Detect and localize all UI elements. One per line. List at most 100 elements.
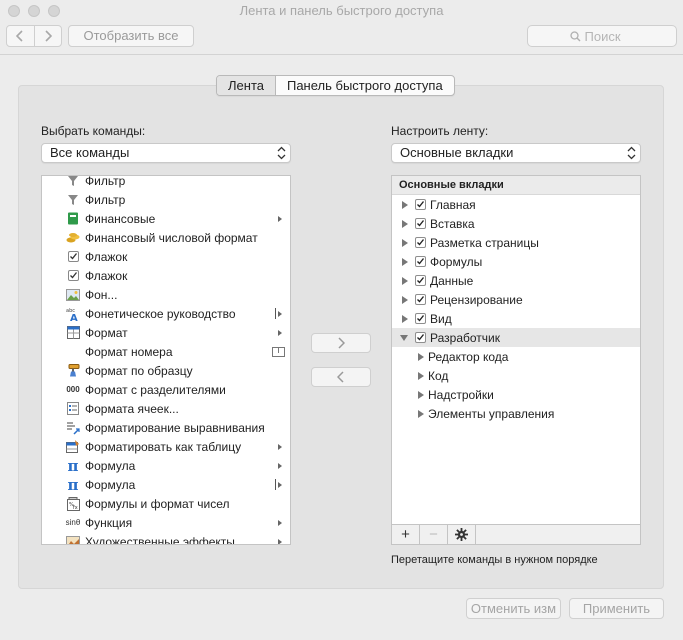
command-item[interactable]: 000 Формат с разделителями	[42, 380, 290, 399]
tree-action-bar: + −	[391, 524, 641, 545]
apply-button[interactable]: Применить	[569, 598, 664, 619]
disclosure-right-icon[interactable]	[418, 409, 424, 418]
command-label: Функция	[85, 515, 133, 530]
search-input[interactable]	[584, 28, 635, 44]
choose-commands-dropdown[interactable]: Все команды	[41, 143, 291, 163]
disclosure-right-icon[interactable]	[402, 238, 408, 247]
command-item[interactable]: Форматирование выравнивания	[42, 418, 290, 437]
coins-icon	[66, 231, 80, 245]
thousands-separator-icon: 000	[66, 385, 80, 394]
disclosure-right-icon[interactable]	[402, 257, 408, 266]
disclosure-right-icon[interactable]	[402, 295, 408, 304]
command-label: Формула	[85, 477, 136, 492]
command-item[interactable]: Фон...	[42, 285, 290, 304]
remove-command-button[interactable]	[311, 367, 371, 387]
tab-checkbox[interactable]	[415, 294, 426, 305]
disclosure-right-icon[interactable]	[418, 390, 424, 399]
command-item[interactable]: π Формула	[42, 475, 290, 494]
zoom-window-button[interactable]	[48, 5, 60, 17]
tab-checkbox[interactable]	[415, 275, 426, 286]
command-item[interactable]: Финансовый числовой формат	[42, 228, 290, 247]
filter-icon	[66, 193, 80, 207]
command-item[interactable]: Фильтр	[42, 176, 290, 190]
checkmark-icon	[417, 315, 425, 322]
close-window-button[interactable]	[8, 5, 20, 17]
commands-list[interactable]: Фильтр Фильтр Финансовые Финансовый числово…	[41, 175, 291, 545]
background-image-icon	[66, 288, 80, 302]
tab-label: Рецензирование	[430, 292, 523, 307]
disclosure-right-icon[interactable]	[402, 314, 408, 323]
ribbon-tab-row[interactable]: Рецензирование	[392, 290, 640, 309]
tab-checkbox[interactable]	[415, 313, 426, 324]
tab-checkbox[interactable]	[415, 256, 426, 267]
command-item[interactable]: Художественные эффекты	[42, 532, 290, 544]
command-item[interactable]: sinθ Функция	[42, 513, 290, 532]
revert-changes-button[interactable]: Отменить изм	[466, 598, 561, 619]
tab-checkbox[interactable]	[415, 218, 426, 229]
tab-ribbon[interactable]: Лента	[217, 76, 276, 95]
submenu-arrow-icon	[278, 443, 282, 450]
ribbon-group-row[interactable]: Надстройки	[392, 385, 640, 404]
command-item[interactable]: Формат номера I	[42, 342, 290, 361]
add-tab-button[interactable]: +	[392, 525, 420, 544]
checkmark-icon	[417, 258, 425, 265]
command-item[interactable]: % fx Формулы и формат чисел	[42, 494, 290, 513]
disclosure-right-icon[interactable]	[418, 352, 424, 361]
show-all-button[interactable]: Отобразить все	[68, 25, 194, 47]
ribbon-tab-row[interactable]: Формулы	[392, 252, 640, 271]
ribbon-group-row[interactable]: Элементы управления	[392, 404, 640, 423]
choose-commands-value: Все команды	[50, 145, 130, 160]
command-item[interactable]: Формат по образцу	[42, 361, 290, 380]
text-field-indicator-icon: I	[272, 346, 285, 357]
ribbon-tab-row[interactable]: Разработчик	[392, 328, 640, 347]
search-field[interactable]	[527, 25, 677, 47]
checkmark-icon	[417, 201, 425, 208]
command-item[interactable]: Флажок	[42, 247, 290, 266]
add-command-button[interactable]	[311, 333, 371, 353]
command-item[interactable]: Форматировать как таблицу	[42, 437, 290, 456]
command-item[interactable]: π Формула	[42, 456, 290, 475]
tab-quick-access-toolbar[interactable]: Панель быстрого доступа	[276, 76, 454, 95]
disclosure-right-icon[interactable]	[402, 276, 408, 285]
disclosure-right-icon[interactable]	[418, 371, 424, 380]
format-icon	[66, 326, 80, 340]
art-effects-icon	[66, 535, 80, 544]
customize-ribbon-dropdown[interactable]: Основные вкладки	[391, 143, 641, 163]
tab-checkbox[interactable]	[415, 199, 426, 210]
formula-number-icon: % fx	[66, 496, 80, 511]
disclosure-right-icon[interactable]	[402, 200, 408, 209]
ribbon-tab-row[interactable]: Данные	[392, 271, 640, 290]
ribbon-tabs-tree[interactable]: Основные вкладки Главная Вставка Разметка …	[391, 175, 641, 525]
ribbon-tab-row[interactable]: Разметка страницы	[392, 233, 640, 252]
alignment-icon	[66, 421, 80, 435]
tab-checkbox[interactable]	[415, 332, 426, 343]
ribbon-group-row[interactable]: Редактор кода	[392, 347, 640, 366]
ribbon-group-row[interactable]: Код	[392, 366, 640, 385]
checkmark-icon	[417, 239, 425, 246]
remove-tab-button[interactable]: −	[420, 525, 448, 544]
tab-checkbox[interactable]	[415, 237, 426, 248]
group-label: Редактор кода	[428, 349, 509, 364]
command-item[interactable]: Фильтр	[42, 190, 290, 209]
forward-button[interactable]	[33, 26, 62, 46]
command-item[interactable]: Флажок	[42, 266, 290, 285]
ribbon-tab-row[interactable]: Вид	[392, 309, 640, 328]
command-label: Финансовые	[85, 211, 156, 226]
minimize-window-button[interactable]	[28, 5, 40, 17]
toolbar-divider	[0, 54, 683, 55]
ribbon-tab-row[interactable]: Главная	[392, 195, 640, 214]
group-label: Надстройки	[428, 387, 494, 402]
back-button[interactable]	[7, 26, 34, 46]
tab-settings-button[interactable]	[448, 525, 476, 544]
format-table-icon	[66, 440, 80, 454]
disclosure-down-icon[interactable]	[400, 334, 408, 341]
ribbon-tab-row[interactable]: Вставка	[392, 214, 640, 233]
gear-icon	[455, 528, 468, 541]
title-bar: Лента и панель быстрого доступа	[0, 0, 683, 22]
disclosure-right-icon[interactable]	[402, 219, 408, 228]
command-item[interactable]: Финансовые	[42, 209, 290, 228]
command-item[interactable]: Формат	[42, 323, 290, 342]
command-item[interactable]: abc A Фонетическое руководство	[42, 304, 290, 323]
checkbox-icon	[66, 269, 80, 283]
command-item[interactable]: Формата ячеек...	[42, 399, 290, 418]
